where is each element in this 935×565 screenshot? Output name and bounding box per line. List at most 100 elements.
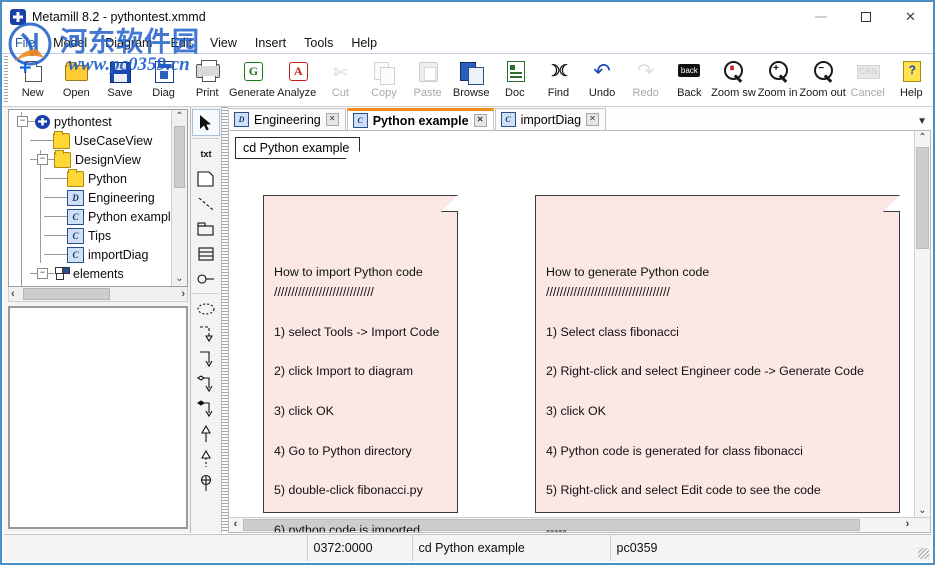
diagram-c-icon: C [352, 113, 368, 128]
tree-node-python-example[interactable]: C Python exampl [9, 197, 172, 226]
menu-item-view[interactable]: View [201, 34, 246, 52]
cancel-button[interactable]: CAN Cancel [846, 54, 890, 104]
redo-button[interactable]: ↷ Redo [624, 54, 668, 104]
scroll-up-icon[interactable]: ⌃ [915, 131, 930, 145]
association-tool[interactable] [193, 346, 219, 371]
note-tool[interactable] [193, 166, 219, 191]
text-txt-icon: txt [200, 148, 212, 159]
menu-item-model[interactable]: Model [44, 34, 96, 52]
open-button[interactable]: Open [55, 54, 99, 104]
zoom-in-button[interactable]: + Zoom in [756, 54, 800, 104]
toolbar-grip[interactable] [4, 56, 8, 102]
note-how-to-generate[interactable]: How to generate Python code ////////////… [535, 195, 900, 532]
diagram-d-icon: D [67, 189, 84, 206]
dependency-tool[interactable] [193, 321, 219, 346]
save-button[interactable]: Save [98, 54, 142, 104]
help-button[interactable]: Help [889, 54, 933, 104]
tree-node-importdiag[interactable]: C importDiag [9, 235, 172, 264]
composition-tool[interactable] [193, 396, 219, 421]
print-button[interactable]: Print [185, 54, 229, 104]
menu-item-edit[interactable]: Edit [161, 34, 201, 52]
menu-item-help[interactable]: Help [342, 34, 386, 52]
dashed-arrow-icon [200, 325, 213, 342]
analyze-button[interactable]: A Analyze [275, 54, 319, 104]
minimize-button[interactable] [798, 2, 843, 32]
tree-node-designview[interactable]: − DesignView [9, 140, 172, 286]
browse-button[interactable]: Browse [449, 54, 493, 104]
class-tool[interactable] [193, 241, 219, 266]
document-splitter-grip[interactable] [222, 107, 228, 533]
maximize-button[interactable] [843, 2, 888, 32]
cut-button[interactable]: ✄ Cut [319, 54, 363, 104]
tree-node-label: Python [88, 171, 127, 186]
diag-button[interactable]: Diag [142, 54, 186, 104]
generate-button[interactable]: G Generate [229, 54, 275, 104]
aggregation-tool[interactable] [193, 371, 219, 396]
tree-vertical-scrollbar[interactable]: ⌃ ⌄ [171, 110, 187, 286]
tab-close-icon[interactable]: ✕ [473, 114, 487, 127]
interface-tool[interactable] [193, 266, 219, 291]
tab-close-icon[interactable]: ✕ [586, 113, 600, 126]
tab-engineering[interactable]: D Engineering ✕ [228, 108, 346, 130]
menu-item-diagram[interactable]: Diagram [96, 34, 161, 52]
tree-horizontal-scrollbar[interactable]: ‹ › [8, 287, 188, 302]
tree-expander[interactable]: − [37, 154, 48, 165]
diagram-overview-panel[interactable] [8, 306, 188, 529]
folder-icon [54, 150, 71, 168]
scroll-left-icon[interactable]: ‹ [229, 518, 242, 531]
tab-overflow-dropdown-icon[interactable]: ▼ [917, 116, 927, 127]
package-tool[interactable] [193, 216, 219, 241]
status-user: pc0359 [609, 535, 914, 561]
anchor-line-tool[interactable] [193, 191, 219, 216]
tree-node-tips[interactable]: C Tips [9, 216, 172, 245]
scroll-right-icon[interactable]: › [179, 288, 187, 300]
generalization-tool[interactable] [193, 421, 219, 446]
undo-button[interactable]: ↶ Undo [580, 54, 624, 104]
diagram-canvas[interactable]: cd Python example How to import Python c… [228, 131, 931, 533]
new-button[interactable]: New [11, 54, 55, 104]
printer-icon [194, 60, 221, 84]
select-arrow-tool[interactable] [192, 109, 220, 136]
find-button[interactable]: ☽☾ Find [537, 54, 581, 104]
menu-item-insert[interactable]: Insert [246, 34, 295, 52]
tree-node-usecaseview[interactable]: UseCaseView [9, 112, 172, 150]
close-button[interactable]: ✕ [888, 2, 933, 32]
scroll-left-icon[interactable]: ‹ [9, 288, 17, 300]
tree-expander[interactable]: − [37, 268, 48, 279]
back-button[interactable]: back Back [668, 54, 712, 104]
interface-point-tool[interactable] [193, 471, 219, 496]
scrollbar-thumb[interactable] [916, 147, 929, 249]
menu-item-file[interactable]: File [6, 34, 44, 52]
paste-button[interactable]: Paste [406, 54, 450, 104]
tree-expander[interactable]: − [17, 116, 28, 127]
diagram-icon [151, 60, 177, 84]
floppy-disk-icon [107, 60, 133, 84]
text-tool[interactable]: txt [193, 141, 219, 166]
tab-importdiag[interactable]: C importDiag ✕ [494, 108, 607, 130]
diagram-c-icon: C [67, 208, 84, 225]
scroll-up-icon[interactable]: ⌃ [175, 110, 183, 124]
tree-node-python[interactable]: Python [9, 150, 172, 188]
tree-node-pythontest[interactable]: − pythontest [9, 112, 172, 131]
copy-button[interactable]: Copy [362, 54, 406, 104]
canvas-vertical-scrollbar[interactable]: ⌃ ⌄ [914, 131, 930, 518]
realization-tool[interactable] [193, 446, 219, 471]
scroll-right-icon[interactable]: › [901, 518, 914, 531]
zoom-out-button[interactable]: − Zoom out [799, 54, 846, 104]
tree-node-engineering[interactable]: D Engineering [9, 178, 172, 207]
zoom-switch-button[interactable]: ⏸ Zoom sw [711, 54, 756, 104]
tab-python-example[interactable]: C Python example ✕ [346, 108, 494, 130]
scrollbar-thumb[interactable] [174, 126, 185, 188]
scroll-down-icon[interactable]: ⌄ [915, 504, 930, 518]
scrollbar-thumb[interactable] [23, 288, 110, 300]
scroll-down-icon[interactable]: ⌄ [175, 272, 183, 286]
resize-grip[interactable] [913, 535, 931, 561]
menu-item-tools[interactable]: Tools [295, 34, 342, 52]
find-button-label: Find [547, 87, 570, 99]
doc-button[interactable]: Doc [493, 54, 537, 104]
note-how-to-import[interactable]: How to import Python code //////////////… [263, 195, 458, 532]
tree-node-elements[interactable]: − elements [9, 264, 172, 283]
status-bar: 0372:0000 cd Python example pc0359 [4, 534, 931, 561]
collaboration-tool[interactable] [193, 296, 219, 321]
tab-close-icon[interactable]: ✕ [325, 113, 339, 126]
